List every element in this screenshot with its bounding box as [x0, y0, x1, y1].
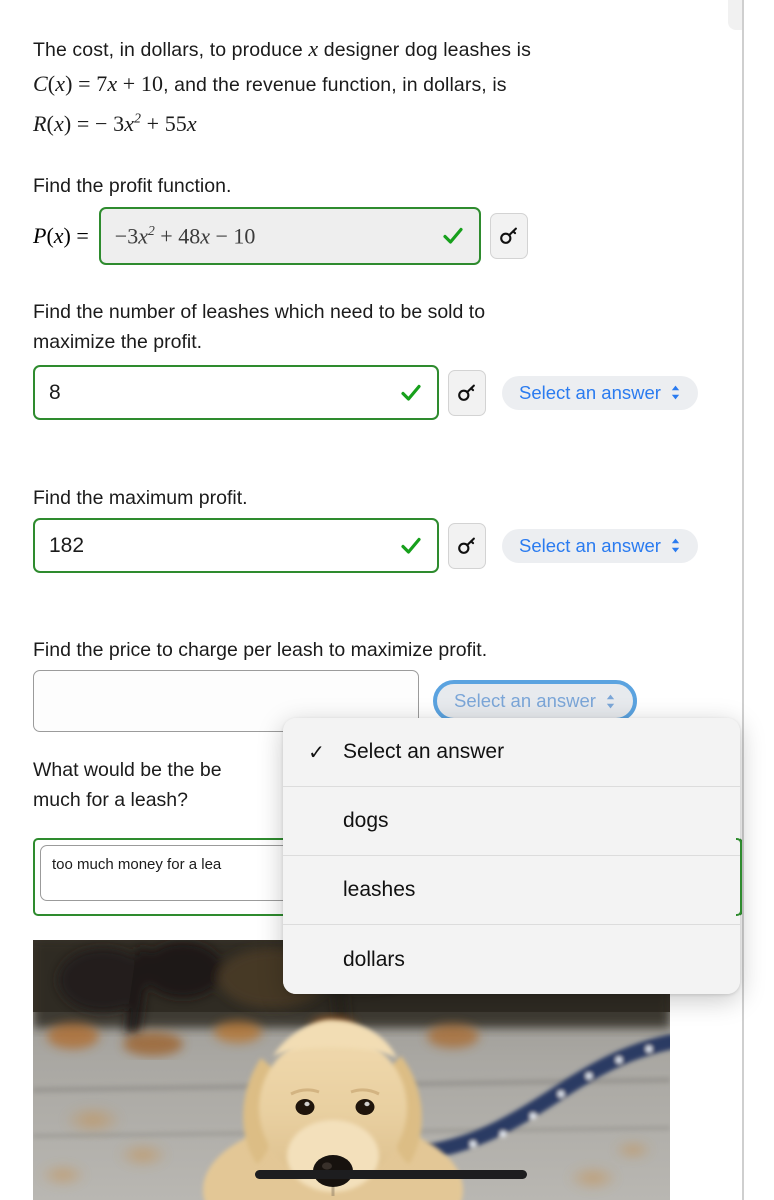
chevron-up-down-icon	[671, 385, 680, 400]
profit-function-prefix: P(x) =	[33, 223, 89, 248]
unit-select-label: Select an answer	[519, 381, 661, 403]
unit-select-label: Select an answer	[454, 690, 596, 711]
number-of-leashes-input[interactable]: 8	[33, 365, 439, 420]
problem-statement: The cost, in dollars, to produce x desig…	[33, 33, 723, 141]
key-button-profit-function[interactable]	[489, 213, 528, 259]
dropdown-option-leashes[interactable]: leashes	[283, 856, 740, 925]
best-price-value: too much money for a lea	[52, 856, 222, 873]
answer-row-number-of-leashes: 8 Select an answer	[33, 365, 698, 420]
chevron-up-down-icon	[671, 538, 680, 553]
home-indicator	[255, 1170, 527, 1179]
question-label-profit-function: Find the profit function.	[33, 175, 232, 197]
problem-intro-text-2: designer dog leashes is	[318, 39, 531, 61]
key-icon	[499, 227, 517, 244]
dropdown-option-label: Select an answer	[343, 740, 505, 763]
answer-wrapper-right-edge	[736, 838, 742, 916]
number-of-leashes-value: 8	[49, 380, 61, 404]
scrollbar-thumb[interactable]	[728, 0, 742, 30]
problem-intro-text-3: , and the revenue function, in dollars, …	[163, 74, 507, 96]
problem-variable-x: x	[308, 36, 319, 61]
unit-select-menu[interactable]: ✓ Select an answer dogs leashes dollars	[283, 718, 740, 994]
answer-row-profit-function: P(x) = −3x2 + 48x − 10	[33, 207, 528, 265]
check-icon	[401, 384, 421, 401]
question-label-number-of-leashes: Find the number of leashes which need to…	[33, 297, 485, 357]
unit-select-number-of-leashes[interactable]: Select an answer	[502, 375, 698, 410]
key-button-number-of-leashes[interactable]	[448, 369, 486, 416]
question-label-maximum-profit: Find the maximum profit.	[33, 487, 248, 509]
question-label-price-per-leash: Find the price to charge per leash to ma…	[33, 639, 488, 661]
dropdown-option-label: leashes	[343, 878, 416, 901]
question-label-number-of-leashes-line2: maximize the profit.	[33, 331, 203, 353]
page-root: The cost, in dollars, to produce x desig…	[0, 0, 774, 1200]
problem-intro-text-1: The cost, in dollars, to produce	[33, 39, 309, 61]
question-label-best-price-line2: much for a leash?	[33, 789, 189, 811]
check-icon	[401, 537, 421, 554]
maximum-profit-value: 182	[49, 533, 85, 557]
revenue-function-formula: R(x) = − 3x2 + 55x	[33, 111, 197, 137]
key-button-maximum-profit[interactable]	[448, 522, 486, 569]
answer-row-maximum-profit: 182 Select an answer	[33, 518, 698, 573]
dropdown-option-dogs[interactable]: dogs	[283, 787, 740, 856]
unit-select-maximum-profit[interactable]: Select an answer	[502, 528, 698, 563]
question-label-best-price-line1: What would be the be	[33, 759, 222, 781]
profit-function-input[interactable]: −3x2 + 48x − 10	[98, 207, 481, 265]
key-icon	[458, 537, 475, 554]
question-label-number-of-leashes-line1: Find the number of leashes which need to…	[33, 301, 486, 323]
question-label-best-price-explanation: What would be the be much for a leash?	[33, 755, 283, 815]
check-icon	[443, 227, 463, 244]
chevron-up-down-icon	[606, 694, 615, 708]
key-icon	[458, 384, 475, 401]
dropdown-option-label: dogs	[343, 809, 389, 832]
profit-function-value: −3x2 + 48x − 10	[114, 222, 256, 249]
cost-function-formula: C(x) = 7x + 10	[33, 71, 164, 96]
dropdown-option-label: dollars	[343, 947, 405, 971]
quiz-content: The cost, in dollars, to produce x desig…	[0, 0, 743, 1200]
maximum-profit-input[interactable]: 182	[33, 518, 439, 573]
unit-select-price-per-leash[interactable]: Select an answer	[433, 680, 637, 722]
check-icon: ✓	[308, 741, 325, 764]
unit-select-label: Select an answer	[519, 534, 661, 556]
dropdown-option-select-an-answer[interactable]: ✓ Select an answer	[283, 718, 740, 787]
page-right-gutter	[744, 0, 774, 1200]
dropdown-option-dollars[interactable]: dollars	[283, 925, 740, 994]
